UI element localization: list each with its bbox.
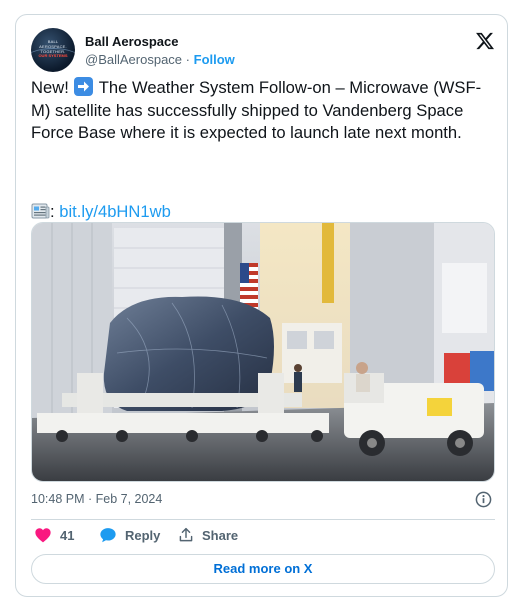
tweet-photo[interactable] [31,222,495,482]
avatar-text-bottom: OUR SYSTEMS [38,53,68,58]
share-button[interactable]: Share [178,527,238,543]
tweet-text-body: The Weather System Follow-on – Microwave… [31,78,482,142]
heart-icon [35,528,51,543]
info-icon[interactable] [475,491,492,508]
share-label: Share [202,527,239,543]
tweet-timestamp[interactable]: 10:48 PM · Feb 7, 2024 [31,492,162,506]
tweet-text-lead: New! [31,78,69,97]
right-arrow-emoji-icon [74,77,94,96]
reply-label: Reply [125,527,161,543]
x-logo-icon[interactable] [475,31,495,51]
tweet-link[interactable]: bit.ly/4bHN1wb [59,202,171,221]
satellite-shipment-photo [32,223,494,481]
read-more-button[interactable]: Read more on X [31,554,495,584]
speech-bubble-icon [100,528,116,543]
like-count: 41 [60,527,75,543]
author-handle[interactable]: @BallAerospace [85,52,182,67]
share-upload-icon [179,527,193,542]
newspaper-emoji-icon [31,202,50,220]
avatar[interactable]: BALL AEROSPACE. TOGETHER. OUR SYSTEMS [31,28,75,72]
reply-button[interactable]: Reply [99,527,160,543]
link-prefix: : [50,202,55,221]
action-bar: 41 Reply Share [31,527,495,547]
follow-button[interactable]: Follow [194,52,235,67]
tweet-card[interactable]: BALL AEROSPACE. TOGETHER. OUR SYSTEMS Ba… [15,14,508,597]
like-button[interactable]: 41 [34,527,74,543]
avatar-text-top: BALL AEROSPACE. TOGETHER. [39,39,67,54]
divider [31,519,495,520]
link-line: : bit.ly/4bHN1wb [31,202,171,222]
author-name[interactable]: Ball Aerospace [85,34,178,49]
author-handle-row: @BallAerospace · Follow [85,52,235,67]
tweet-text: New! The Weather System Follow-on – Micr… [31,77,495,145]
handle-separator: · [185,52,190,67]
